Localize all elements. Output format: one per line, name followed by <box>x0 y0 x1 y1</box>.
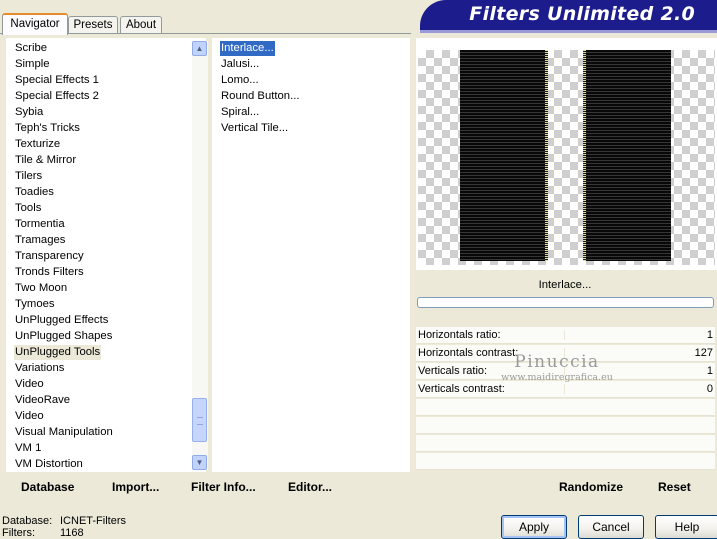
filter-item[interactable]: Interlace... <box>220 41 275 56</box>
left-action-bar: Database Import... Filter Info... Editor… <box>6 476 410 498</box>
slider-track <box>564 366 654 376</box>
preview-stripe-left <box>460 50 545 261</box>
right-action-bar: Randomize Reset <box>416 476 717 498</box>
randomize-button[interactable]: Randomize <box>559 480 623 494</box>
param-value: 1 <box>706 329 713 341</box>
database-button[interactable]: Database <box>21 480 74 494</box>
category-item[interactable]: Visual Manipulation <box>14 425 114 440</box>
category-item[interactable]: Tramages <box>14 233 66 248</box>
preview-filter-name: Interlace... <box>538 279 592 291</box>
category-item[interactable]: Tilers <box>14 169 43 184</box>
param-label: Horizontals contrast: <box>418 347 519 359</box>
category-item[interactable]: Teph's Tricks <box>14 121 81 136</box>
param-row-empty <box>416 453 715 470</box>
filter-item[interactable]: Lomo... <box>220 73 260 88</box>
category-item[interactable]: UnPlugged Shapes <box>14 329 113 344</box>
parameter-list: Horizontals ratio: 1 Horizontals contras… <box>416 327 717 471</box>
category-list[interactable]: Scribe Simple Special Effects 1 Special Eff… <box>6 38 208 472</box>
filter-list[interactable]: Interlace... Jalusi... Lomo... Round Button… <box>212 38 410 472</box>
chevron-down-icon: ▼ <box>195 458 204 467</box>
category-item[interactable]: Tronds Filters <box>14 265 85 280</box>
status-filters-value: 1168 <box>60 527 84 539</box>
category-item[interactable]: Tools <box>14 201 42 216</box>
param-row-verticals-ratio[interactable]: Verticals ratio: 1 <box>416 363 715 380</box>
category-item[interactable]: Scribe <box>14 41 48 56</box>
param-value: 1 <box>706 365 713 377</box>
preview-image <box>418 50 715 265</box>
scroll-down-button[interactable]: ▼ <box>192 455 207 470</box>
category-item[interactable]: UnPlugged Effects <box>14 313 109 328</box>
slider-track <box>564 330 654 340</box>
category-item[interactable]: Video <box>14 409 45 424</box>
preview-stripe-edge <box>545 50 548 261</box>
param-label: Verticals contrast: <box>418 383 505 395</box>
param-value: 0 <box>706 383 713 395</box>
banner: Filters Unlimited 2.0 <box>420 0 717 33</box>
param-row-horizontals-ratio[interactable]: Horizontals ratio: 1 <box>416 327 715 344</box>
reset-button[interactable]: Reset <box>658 480 691 494</box>
status-filters-label: Filters: <box>2 527 35 539</box>
slider-track <box>564 384 654 394</box>
param-row-empty <box>416 417 715 434</box>
status-filters: Filters: 1168 <box>2 527 84 539</box>
category-item[interactable]: Transparency <box>14 249 85 264</box>
param-row-empty <box>416 435 715 452</box>
param-row-verticals-contrast[interactable]: Verticals contrast: 0 <box>416 381 715 398</box>
preview-stripe-right <box>586 50 671 261</box>
filter-item[interactable]: Round Button... <box>220 89 301 104</box>
category-item[interactable]: Two Moon <box>14 281 68 296</box>
category-item[interactable]: VM 1 <box>14 441 42 456</box>
slider-track <box>564 348 654 358</box>
category-item[interactable]: Texturize <box>14 137 61 152</box>
category-item[interactable]: Variations <box>14 361 65 376</box>
category-scrollbar[interactable]: ▲ ▼ <box>192 41 208 470</box>
category-item[interactable]: Tormentia <box>14 217 66 232</box>
category-item[interactable]: Simple <box>14 57 51 72</box>
category-item[interactable]: Special Effects 2 <box>14 89 100 104</box>
scroll-up-button[interactable]: ▲ <box>192 41 207 56</box>
apply-button[interactable]: Apply <box>501 515 567 539</box>
param-row-empty <box>416 399 715 416</box>
tab-about[interactable]: About <box>120 16 162 34</box>
param-label: Verticals ratio: <box>418 365 488 377</box>
preview-pane <box>416 38 717 270</box>
category-item[interactable]: VM Distortion <box>14 457 84 472</box>
filter-item[interactable]: Spiral... <box>220 105 260 120</box>
category-item[interactable]: Special Effects 1 <box>14 73 100 88</box>
category-item[interactable]: Video <box>14 377 45 392</box>
tab-presets[interactable]: Presets <box>68 16 118 34</box>
import-button[interactable]: Import... <box>112 480 159 494</box>
category-item[interactable]: UnPlugged Tools <box>14 345 102 360</box>
category-item[interactable]: VideoRave <box>14 393 71 408</box>
param-label: Horizontals ratio: <box>418 329 501 341</box>
category-item[interactable]: Tile & Mirror <box>14 153 77 168</box>
tab-navigator[interactable]: Navigator <box>2 13 68 35</box>
chevron-up-icon: ▲ <box>195 44 204 53</box>
editor-button[interactable]: Editor... <box>288 480 332 494</box>
banner-title: Filters Unlimited 2.0 <box>469 3 695 25</box>
progress-bar <box>417 297 714 308</box>
category-item[interactable]: Sybia <box>14 105 44 120</box>
status-database-label: Database: <box>2 515 53 527</box>
param-value: 127 <box>694 347 713 359</box>
tab-bar: Navigator Presets About <box>0 0 420 35</box>
help-button[interactable]: Help <box>655 515 717 539</box>
param-row-horizontals-contrast[interactable]: Horizontals contrast: 127 <box>416 345 715 362</box>
filter-item[interactable]: Jalusi... <box>220 57 260 72</box>
filter-item[interactable]: Vertical Tile... <box>220 121 289 136</box>
category-item[interactable]: Tymoes <box>14 297 56 312</box>
filter-info-button[interactable]: Filter Info... <box>191 480 256 494</box>
cancel-button[interactable]: Cancel <box>578 515 644 539</box>
category-item[interactable]: Toadies <box>14 185 55 200</box>
scroll-thumb[interactable] <box>192 398 207 442</box>
